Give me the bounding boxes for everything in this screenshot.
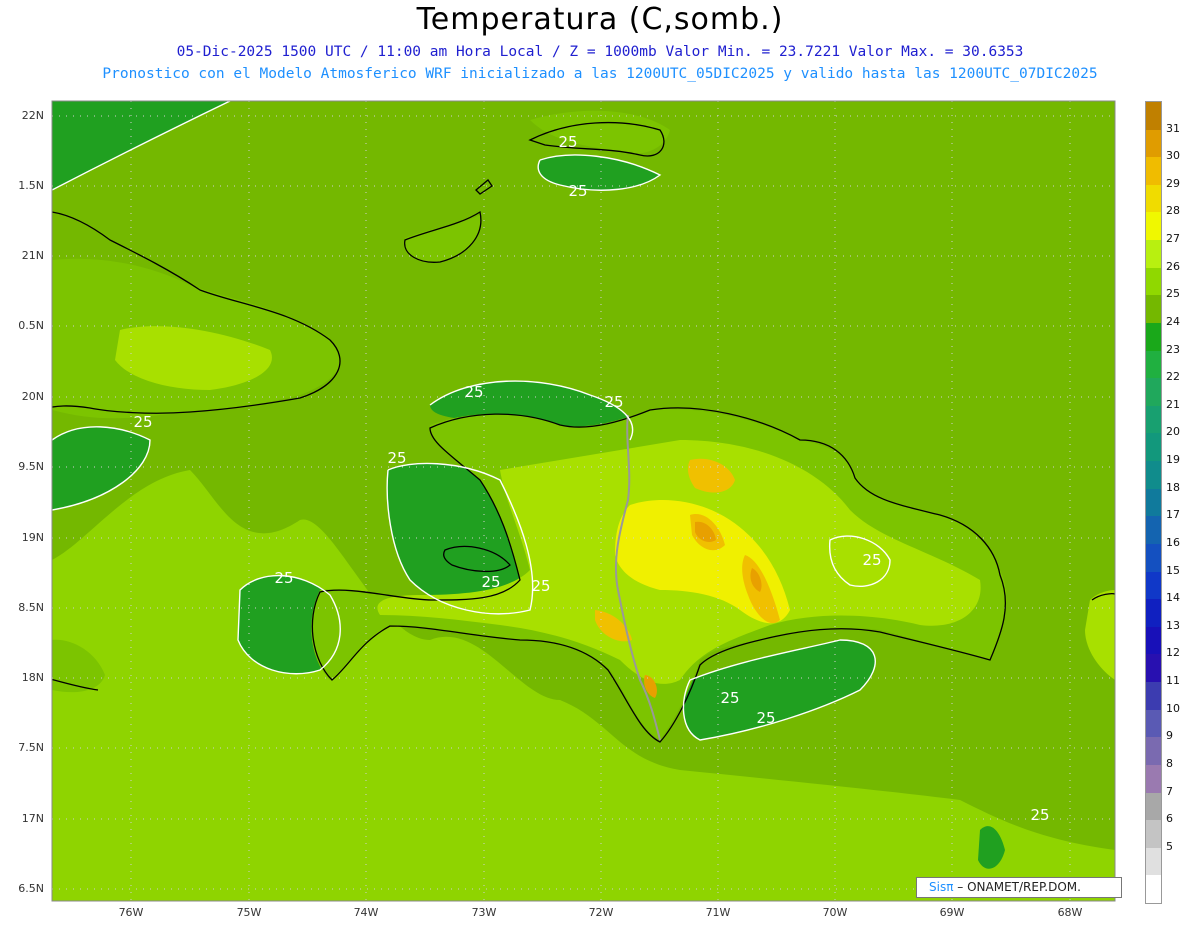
colorbar-segment (1146, 129, 1161, 158)
colorbar-segment (1146, 240, 1161, 269)
contour-label: 25 (568, 182, 587, 200)
colorbar-label: 27 (1166, 232, 1180, 246)
colorbar-segment (1146, 378, 1161, 407)
temperature-map: 25 25 25 25 25 25 25 25 25 25 25 25 25 (51, 100, 1116, 902)
colorbar-label: 10 (1166, 701, 1180, 715)
colorbar-segment (1146, 847, 1161, 876)
lat-tick-label: 7.5N (18, 741, 44, 754)
lat-tick-label: 20N (21, 390, 44, 403)
colorbar-segment (1146, 405, 1161, 434)
colorbar-label: 25 (1166, 287, 1180, 301)
lon-tick-label: 69W (939, 906, 965, 919)
colorbar-segment (1146, 737, 1161, 766)
colorbar-label: 14 (1166, 591, 1180, 605)
lon-tick-label: 72W (588, 906, 614, 919)
colorbar-label: 12 (1166, 646, 1180, 660)
colorbar-label: 29 (1166, 176, 1180, 190)
colorbar-label: 13 (1166, 618, 1180, 632)
lat-tick-label: 19N (21, 531, 44, 544)
colorbar-segment (1146, 626, 1161, 655)
lon-tick-label: 71W (705, 906, 731, 919)
lat-tick-label: 17N (21, 812, 44, 825)
colorbar-segment (1146, 102, 1161, 131)
colorbar-label: 30 (1166, 149, 1180, 163)
contour-label: 25 (720, 689, 739, 707)
colorbar-label: 8 (1166, 756, 1173, 770)
lon-tick-label: 68W (1057, 906, 1083, 919)
brand-footer: Sisπ – ONAMET/REP.DOM. (916, 877, 1122, 898)
lon-tick-label: 76W (118, 906, 144, 919)
colorbar-label: 16 (1166, 535, 1180, 549)
lat-tick-label: 6.5N (18, 882, 44, 895)
colorbar-segment (1146, 295, 1161, 324)
colorbar-segment (1146, 350, 1161, 379)
colorbar-segment (1146, 212, 1161, 241)
contour-label: 25 (133, 413, 152, 431)
colorbar-segment (1146, 709, 1161, 738)
lat-tick-label: 9.5N (18, 460, 44, 473)
lon-tick-label: 73W (471, 906, 497, 919)
colorbar-label: 26 (1166, 259, 1180, 273)
colorbar-label: 7 (1166, 784, 1173, 798)
colorbar-label: 15 (1166, 563, 1180, 577)
lon-tick-label: 74W (353, 906, 379, 919)
colorbar-segment (1146, 433, 1161, 462)
lon-tick-label: 75W (236, 906, 262, 919)
colorbar-label: 21 (1166, 397, 1180, 411)
contour-label: 25 (1030, 806, 1049, 824)
colorbar-segment (1146, 654, 1161, 683)
lat-tick-label: 21N (21, 249, 44, 262)
brand-org: – ONAMET/REP.DOM. (957, 880, 1081, 894)
lat-tick-label: 22N (21, 109, 44, 122)
colorbar-segment (1146, 488, 1161, 517)
colorbar-segment (1146, 322, 1161, 352)
colorbar-segment (1146, 571, 1161, 600)
lat-tick-label: 8.5N (18, 601, 44, 614)
colorbar-label: 6 (1166, 812, 1173, 826)
brand-sis: Sisπ (929, 880, 954, 894)
colorbar (1145, 101, 1162, 904)
colorbar-segment (1146, 875, 1161, 904)
contour-label: 25 (558, 133, 577, 151)
colorbar-label: 18 (1166, 480, 1180, 494)
colorbar-label: 22 (1166, 370, 1180, 384)
colorbar-label: 20 (1166, 425, 1180, 439)
colorbar-label: 11 (1166, 674, 1180, 688)
colorbar-label: 31 (1166, 121, 1180, 135)
contour-label: 25 (531, 577, 550, 595)
colorbar-label: 19 (1166, 453, 1180, 467)
colorbar-label: 9 (1166, 729, 1173, 743)
colorbar-label: 23 (1166, 342, 1180, 356)
colorbar-label: 28 (1166, 204, 1180, 218)
colorbar-segment (1146, 267, 1161, 296)
contour-label: 25 (387, 449, 406, 467)
colorbar-segment (1146, 820, 1161, 849)
colorbar-label: 24 (1166, 314, 1180, 328)
colorbar-segment (1146, 599, 1161, 628)
contour-label: 25 (274, 569, 293, 587)
contour-label: 25 (481, 573, 500, 591)
colorbar-label: 17 (1166, 508, 1180, 522)
lon-tick-label: 70W (822, 906, 848, 919)
contour-label: 25 (604, 393, 623, 411)
colorbar-label: 5 (1166, 839, 1173, 853)
lat-tick-label: 18N (21, 671, 44, 684)
colorbar-segment (1146, 461, 1161, 490)
colorbar-segment (1146, 764, 1161, 793)
colorbar-segment (1146, 543, 1161, 573)
contour-label: 25 (756, 709, 775, 727)
colorbar-segment (1146, 682, 1161, 711)
colorbar-segment (1146, 516, 1161, 545)
contour-label: 25 (464, 383, 483, 401)
colorbar-segment (1146, 157, 1161, 186)
colorbar-segment (1146, 184, 1161, 213)
contour-label: 25 (862, 551, 881, 569)
lat-tick-label: 0.5N (18, 319, 44, 332)
colorbar-segment (1146, 792, 1161, 821)
lat-tick-label: 1.5N (18, 179, 44, 192)
